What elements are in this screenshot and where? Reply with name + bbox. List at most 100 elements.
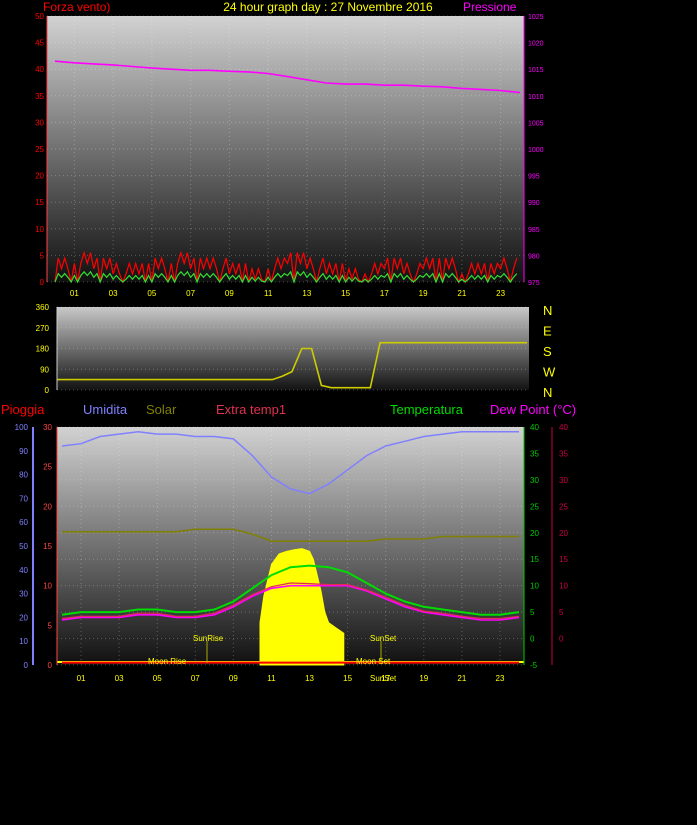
temperature-tick: 30 bbox=[530, 476, 539, 485]
top-left-tick: 25 bbox=[35, 145, 44, 154]
bottom-x-tick: 03 bbox=[115, 674, 124, 683]
humidity-tick: 40 bbox=[19, 566, 28, 575]
temperature-tick: 15 bbox=[530, 555, 539, 564]
top-x-tick: 05 bbox=[147, 289, 156, 298]
compass-label: W bbox=[543, 365, 556, 380]
top-right-tick: 1005 bbox=[528, 120, 544, 127]
chart-title: 24 hour graph day : 27 Novembre 2016 bbox=[223, 0, 433, 14]
extra-temp-label: Extra temp1 bbox=[216, 402, 286, 417]
rain-ticks: 0 5 10 15 20 25 30 bbox=[43, 423, 52, 670]
humidity-tick: 50 bbox=[19, 542, 28, 551]
top-x-tick: 15 bbox=[341, 289, 350, 298]
dewpoint-tick: 25 bbox=[559, 502, 568, 511]
top-x-tick: 19 bbox=[419, 289, 428, 298]
top-right-tick: 1010 bbox=[528, 94, 544, 101]
top-right-tick: 990 bbox=[528, 200, 540, 207]
dewpoint-tick: 10 bbox=[559, 582, 568, 591]
humidity-tick: 0 bbox=[24, 661, 29, 670]
bottom-x-ticks: 01 03 05 07 09 11 13 15 17 19 21 23 bbox=[77, 674, 505, 683]
temperature-tick: 5 bbox=[530, 608, 535, 617]
wind-speed-label: Forza vento) bbox=[43, 0, 110, 14]
bottom-x-tick: 01 bbox=[77, 674, 86, 683]
temperature-tick: -5 bbox=[530, 661, 538, 670]
dewpoint-ticks: 0 5 10 15 20 25 30 35 40 bbox=[559, 423, 568, 644]
pressure-label: Pressione bbox=[463, 0, 517, 14]
top-right-tick: 1025 bbox=[528, 14, 544, 21]
bottom-x-tick: 05 bbox=[153, 674, 162, 683]
rain-tick: 15 bbox=[43, 542, 52, 551]
bottom-x-tick: 13 bbox=[305, 674, 314, 683]
top-x-ticks: 01 03 05 07 09 11 13 15 17 19 21 23 bbox=[70, 289, 506, 298]
top-right-tick: 1020 bbox=[528, 41, 544, 48]
top-left-tick: 15 bbox=[35, 198, 44, 207]
top-right-tick: 995 bbox=[528, 174, 540, 181]
wind-tick: 0 bbox=[45, 386, 50, 395]
top-x-tick: 17 bbox=[380, 289, 389, 298]
sunrise-annotation: SunRise bbox=[193, 634, 224, 643]
wind-tick: 360 bbox=[36, 303, 50, 312]
top-x-tick: 11 bbox=[264, 289, 273, 298]
top-plot-background bbox=[47, 16, 524, 282]
top-left-tick: 10 bbox=[35, 225, 44, 234]
humidity-tick: 30 bbox=[19, 590, 28, 599]
rain-tick: 0 bbox=[48, 661, 53, 670]
weather-graph: 05101520253035404550 9759809859909951000… bbox=[1, 0, 576, 683]
rain-label: Pioggia bbox=[1, 402, 45, 417]
bottom-x-tick: 21 bbox=[457, 674, 466, 683]
dewpoint-tick: 5 bbox=[559, 608, 564, 617]
wind-direction-chart: 090180270360 NESWN bbox=[36, 303, 556, 400]
top-right-tick: 985 bbox=[528, 227, 540, 234]
dewpoint-tick: 15 bbox=[559, 555, 568, 564]
bottom-x-tick: 11 bbox=[267, 674, 276, 683]
rain-tick: 5 bbox=[48, 621, 53, 630]
wind-compass: NESWN bbox=[543, 303, 556, 400]
rain-tick: 20 bbox=[43, 502, 52, 511]
dewpoint-tick: 30 bbox=[559, 476, 568, 485]
bottom-x-tick: 09 bbox=[229, 674, 238, 683]
top-left-tick: 5 bbox=[40, 251, 45, 260]
compass-label: N bbox=[543, 385, 552, 400]
humidity-tick: 90 bbox=[19, 447, 28, 456]
top-left-tick: 20 bbox=[35, 172, 44, 181]
moonrise-annotation: Moon Rise bbox=[148, 657, 187, 666]
top-right-tick: 975 bbox=[528, 280, 540, 287]
temperature-ticks: -5 0 5 10 15 20 25 30 35 40 bbox=[530, 423, 539, 670]
wind-tick: 270 bbox=[36, 324, 50, 333]
sunset-annotation: SunSet bbox=[370, 634, 397, 643]
top-left-tick: 0 bbox=[40, 278, 45, 287]
top-left-tick: 45 bbox=[35, 39, 44, 48]
bottom-x-tick: 07 bbox=[191, 674, 200, 683]
solar-label: Solar bbox=[146, 402, 177, 417]
sunset-axis-annotation: SunSet bbox=[370, 674, 397, 683]
temperature-label: Temperatura bbox=[390, 402, 464, 417]
top-left-tick: 40 bbox=[35, 65, 44, 74]
dewpoint-label: Dew Point (°C) bbox=[490, 402, 576, 417]
bottom-x-tick: 19 bbox=[419, 674, 428, 683]
top-x-tick: 07 bbox=[186, 289, 195, 298]
top-x-tick: 09 bbox=[225, 289, 234, 298]
top-left-tick: 30 bbox=[35, 118, 44, 127]
temperature-tick: 25 bbox=[530, 502, 539, 511]
bottom-x-tick: 15 bbox=[343, 674, 352, 683]
compass-label: E bbox=[543, 324, 552, 339]
top-right-tick: 1000 bbox=[528, 147, 544, 154]
dewpoint-tick: 0 bbox=[559, 635, 564, 644]
temperature-tick: 20 bbox=[530, 529, 539, 538]
top-chart: 05101520253035404550 9759809859909951000… bbox=[35, 0, 544, 298]
wind-tick: 90 bbox=[40, 365, 49, 374]
humidity-tick: 80 bbox=[19, 471, 28, 480]
compass-label: S bbox=[543, 344, 552, 359]
temperature-tick: 35 bbox=[530, 449, 539, 458]
rain-tick: 10 bbox=[43, 582, 52, 591]
humidity-tick: 20 bbox=[19, 613, 28, 622]
humidity-tick: 100 bbox=[15, 423, 29, 432]
wind-ticks: 0 90 180 270 360 bbox=[36, 303, 50, 395]
humidity-tick: 70 bbox=[19, 494, 28, 503]
top-x-tick: 01 bbox=[70, 289, 79, 298]
top-x-tick: 13 bbox=[302, 289, 311, 298]
temperature-tick: 10 bbox=[530, 582, 539, 591]
top-right-tick: 1015 bbox=[528, 67, 544, 74]
top-right-tick: 980 bbox=[528, 253, 540, 260]
rain-tick: 30 bbox=[43, 423, 52, 432]
dewpoint-tick: 20 bbox=[559, 529, 568, 538]
